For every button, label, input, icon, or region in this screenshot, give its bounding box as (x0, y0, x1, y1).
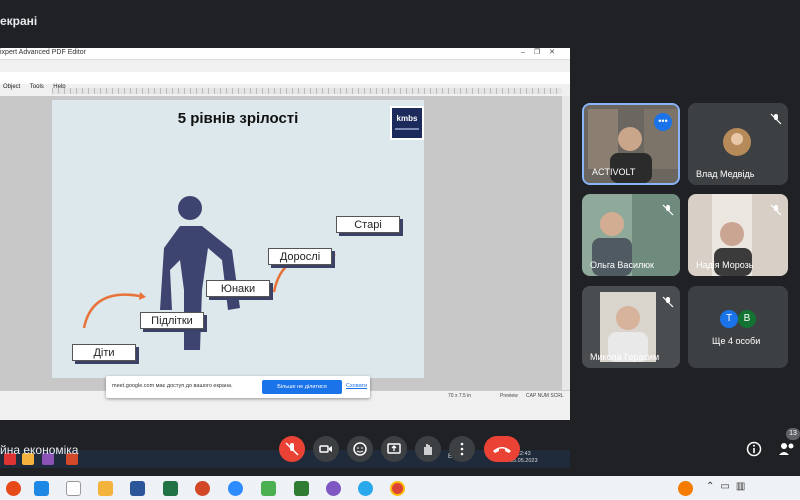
step-elderly: Старі (336, 216, 400, 233)
mic-off-icon (285, 442, 299, 456)
participant-name: Ще 4 особи (712, 336, 761, 346)
participant-tile-olha[interactable]: Ольга Василюк (582, 194, 680, 276)
people-icon[interactable] (778, 441, 796, 457)
arrow-1 (82, 293, 141, 329)
mic-toggle-button[interactable] (279, 436, 305, 462)
banner-text: екрані (0, 14, 38, 28)
zoom-icon[interactable] (228, 481, 243, 496)
slide-illustration (82, 196, 336, 350)
file-icon[interactable] (66, 481, 81, 496)
present-button[interactable] (381, 436, 407, 462)
step-adults: Дорослі (268, 248, 332, 265)
participant-tile-nadia[interactable]: Надія Морозь (688, 194, 788, 276)
participant-tile-more[interactable]: Т В Ще 4 особи (688, 286, 788, 368)
stop-sharing-button[interactable]: Більше не ділитися (262, 380, 342, 394)
participant-name: Надія Морозь (696, 260, 754, 270)
person-head (178, 196, 202, 220)
info-icon[interactable] (746, 441, 762, 457)
menu-tools[interactable]: Tools (30, 84, 44, 90)
folder-icon[interactable] (98, 481, 113, 496)
participant-name: Ольга Василюк (590, 260, 654, 270)
participant-tile-vlad[interactable]: Влад Медвідь (688, 103, 788, 185)
sharing-message: meet.google.com має доступ до вашого екр… (112, 383, 233, 389)
windows-taskbar: ⌃▭▥ (0, 476, 800, 500)
camera-icon (319, 445, 332, 453)
more-options-button[interactable] (449, 436, 475, 462)
window-title: ixpert Advanced PDF Editor (0, 49, 86, 56)
mic-off-icon (770, 113, 782, 125)
app-icon[interactable] (294, 481, 309, 496)
system-tray-icons[interactable]: ⌃▭▥ (706, 481, 751, 492)
participant-tile-mykola[interactable]: Микола Герасим (582, 286, 680, 368)
telegram-icon[interactable] (358, 481, 373, 496)
more-options-icon[interactable]: ••• (654, 113, 672, 131)
participant-name: Микола Герасим (590, 352, 660, 362)
chrome-icon[interactable] (390, 481, 405, 496)
emoji-icon (353, 442, 367, 456)
sharing-notification: meet.google.com має доступ до вашого екр… (106, 376, 370, 398)
word-icon[interactable] (130, 481, 145, 496)
hide-notification-link[interactable]: Сховати (346, 383, 367, 389)
mic-off-icon (662, 296, 674, 308)
meeting-name: йна економіка (0, 443, 79, 457)
menu-object[interactable]: Object (3, 84, 20, 90)
meet-page: екрані ixpert Advanced PDF Editor –❐✕ Ob… (0, 0, 800, 500)
window-titlebar: ixpert Advanced PDF Editor –❐✕ (0, 48, 570, 60)
people-count-badge: 13 (786, 428, 800, 440)
avatar: Т (720, 310, 738, 328)
avatar (723, 128, 751, 156)
participant-name: ACTIVOLT (592, 167, 636, 177)
more-icon (460, 442, 464, 456)
presentation-banner: екрані (0, 0, 800, 40)
window-controls[interactable]: –❐✕ (521, 48, 564, 56)
camera-toggle-button[interactable] (313, 436, 339, 462)
end-call-icon (493, 447, 511, 453)
reactions-button[interactable] (347, 436, 373, 462)
mic-off-icon (662, 204, 674, 216)
participant-name: Влад Медвідь (696, 169, 755, 179)
app-icon[interactable] (6, 481, 21, 496)
step-teens: Підлітки (140, 312, 204, 329)
end-call-button[interactable] (484, 436, 520, 462)
shared-screen: ixpert Advanced PDF Editor –❐✕ Object To… (0, 48, 570, 468)
viber-icon[interactable] (326, 481, 341, 496)
present-icon (387, 443, 401, 454)
vertical-scrollbar[interactable] (562, 96, 570, 390)
powerpoint-icon[interactable] (195, 481, 210, 496)
participant-tile-activolt[interactable]: ••• ACTIVOLT (582, 103, 680, 185)
raise-hand-button[interactable] (415, 436, 441, 462)
meet-icon[interactable] (261, 481, 276, 496)
step-children: Діти (72, 344, 136, 361)
teamviewer-icon[interactable] (34, 481, 49, 496)
mic-off-icon (770, 204, 782, 216)
horizontal-ruler (52, 88, 562, 94)
raise-hand-icon (424, 444, 432, 455)
weather-icon (678, 481, 693, 496)
excel-icon[interactable] (163, 481, 178, 496)
avatar: В (738, 310, 756, 328)
slide: 5 рівнів зрілості kmbs Діти Підлітки Юна… (52, 100, 424, 378)
menubar: Object Tools Help (0, 72, 570, 90)
step-youth: Юнаки (206, 280, 270, 297)
